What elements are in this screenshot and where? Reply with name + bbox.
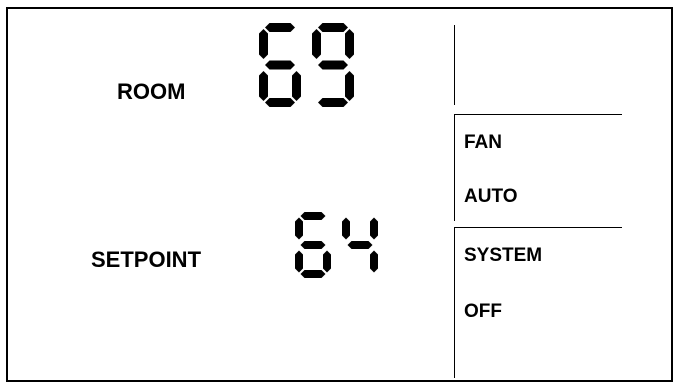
- segment-b: [345, 29, 354, 59]
- room-label: ROOM: [117, 79, 186, 104]
- segment-g: [347, 241, 373, 249]
- segment-c: [345, 71, 354, 101]
- segment-f: [312, 29, 321, 59]
- segment-c: [370, 250, 378, 273]
- segment-d: [300, 270, 326, 278]
- digit-1: [312, 23, 354, 107]
- fan-label: FAN: [464, 132, 502, 153]
- setpoint-temperature-readout: [295, 212, 378, 278]
- segment-f: [259, 29, 268, 59]
- digit-0: [295, 212, 331, 278]
- segment-a: [318, 23, 348, 32]
- segment-g: [300, 241, 326, 249]
- digit-0: [259, 23, 301, 107]
- segment-d: [318, 98, 348, 107]
- segment-d: [265, 98, 295, 107]
- fan-mode-button[interactable]: FAN AUTO: [455, 115, 622, 221]
- system-mode-value: OFF: [464, 301, 502, 322]
- room-temperature-readout: [259, 23, 354, 107]
- segment-f: [342, 217, 350, 240]
- segment-e: [295, 250, 303, 273]
- segment-e: [259, 71, 268, 101]
- segment-c: [292, 71, 301, 101]
- segment-g: [318, 60, 348, 70]
- system-label: SYSTEM: [464, 245, 543, 266]
- top-right-divider: [454, 25, 455, 105]
- segment-f: [295, 217, 303, 240]
- segment-g: [265, 60, 295, 70]
- segment-a: [300, 212, 326, 220]
- segment-a: [265, 23, 295, 32]
- digit-1: [342, 217, 378, 273]
- segment-c: [323, 250, 331, 273]
- fan-mode-value: AUTO: [464, 186, 518, 207]
- segment-b: [370, 217, 378, 240]
- setpoint-label: SETPOINT: [91, 247, 202, 272]
- system-mode-button[interactable]: SYSTEM OFF: [455, 228, 622, 378]
